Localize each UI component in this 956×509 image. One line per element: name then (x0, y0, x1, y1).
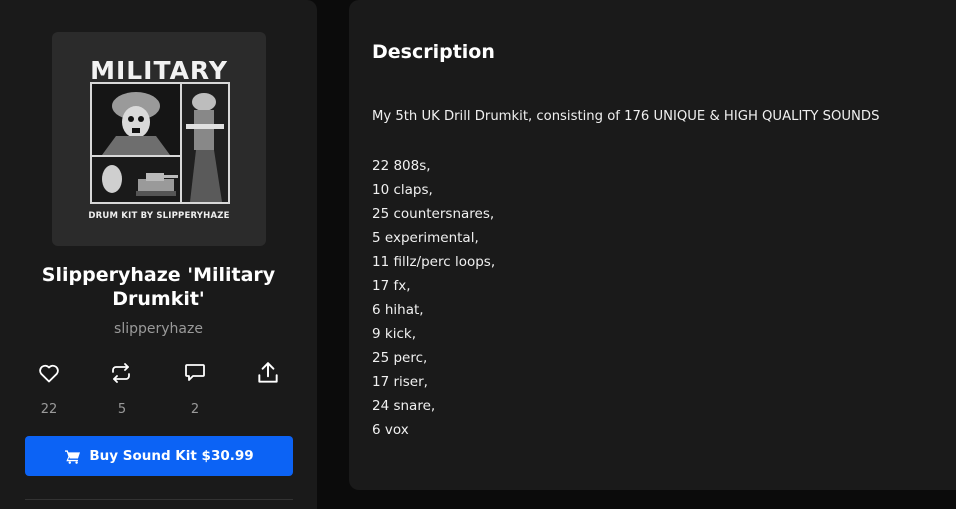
share-icon (258, 362, 278, 383)
repost-count: 5 (117, 402, 127, 417)
list-item: 17 riser, (372, 374, 428, 390)
list-item: 11 fillz/perc loops, (372, 254, 496, 270)
divider (25, 499, 293, 500)
comment-icon (185, 364, 205, 381)
list-item: 6 hihat, (372, 302, 424, 318)
list-item: 22 808s, (372, 158, 431, 174)
repost-icon (112, 363, 130, 383)
heart-icon (39, 364, 59, 383)
cover-panel-soldier (90, 82, 182, 157)
cover-art[interactable]: MILITARY DRUM KIT BY SLIPPERYHAZE (52, 32, 266, 246)
description-heading: Description (372, 41, 495, 63)
buy-button-label: Buy Sound Kit $30.99 (89, 448, 254, 464)
list-item: 10 claps, (372, 182, 433, 198)
buy-sound-kit-button[interactable]: Buy Sound Kit $30.99 (25, 436, 293, 476)
list-item: 6 vox (372, 422, 409, 438)
product-card: MILITARY DRUM KIT BY SLIPPERYHAZE Slippe… (0, 0, 317, 509)
repost-button[interactable] (101, 358, 141, 388)
cover-panel-tank (90, 155, 182, 204)
like-button[interactable] (29, 358, 69, 388)
description-intro: My 5th UK Drill Drumkit, consisting of 1… (372, 109, 880, 124)
list-item: 25 countersnares, (372, 206, 495, 222)
list-item: 5 experimental, (372, 230, 479, 246)
cover-title: MILITARY (90, 56, 228, 85)
author-link[interactable]: slipperyhaze (0, 321, 317, 337)
cover-subtitle: DRUM KIT BY SLIPPERYHAZE (88, 211, 230, 221)
product-title: Slipperyhaze 'Military Drumkit' (41, 264, 276, 310)
share-button[interactable] (248, 358, 288, 388)
list-item: 9 kick, (372, 326, 416, 342)
like-count: 22 (40, 402, 58, 417)
list-item: 24 snare, (372, 398, 436, 414)
description-card: Description My 5th UK Drill Drumkit, con… (349, 0, 956, 490)
sound-list: 22 808s, 10 claps, 25 countersnares, 5 e… (372, 155, 495, 443)
cart-icon (65, 449, 81, 464)
list-item: 17 fx, (372, 278, 411, 294)
list-item: 25 perc, (372, 350, 428, 366)
comment-count: 2 (190, 402, 200, 417)
cover-panel-gunner (180, 82, 230, 204)
comment-button[interactable] (175, 358, 215, 388)
